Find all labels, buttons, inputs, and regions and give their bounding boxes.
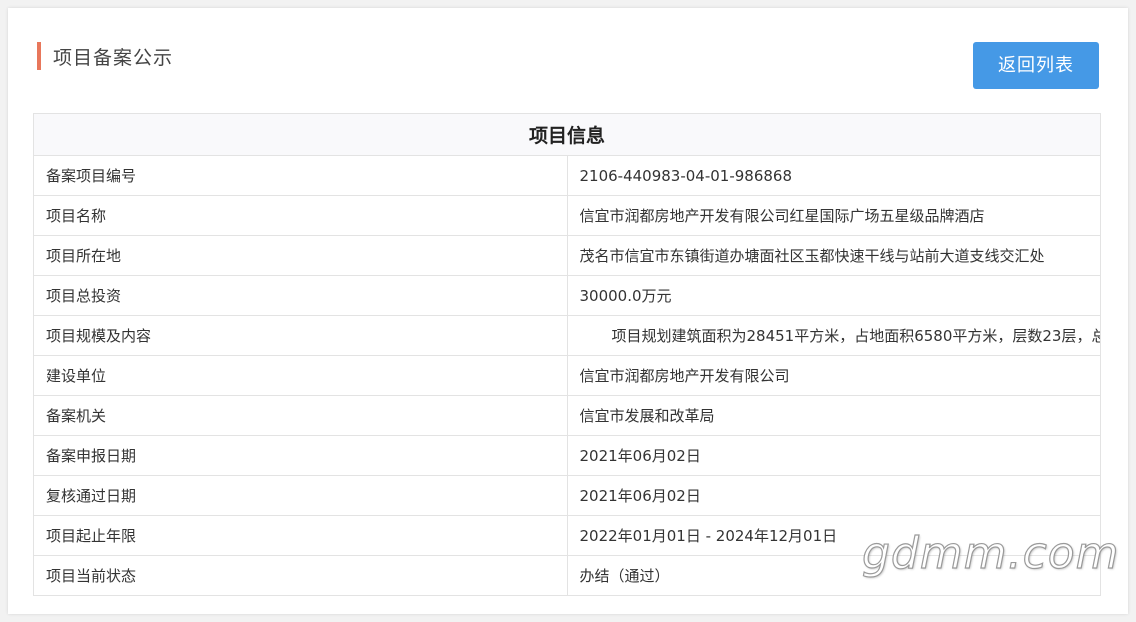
project-info-table: 项目信息 备案项目编号 2106-440983-04-01-986868 项目名… (33, 113, 1101, 596)
row-value-review-date: 2021年06月02日 (566, 475, 1101, 516)
row-label-status: 项目当前状态 (33, 555, 568, 596)
row-value-builder: 信宜市润都房地产开发有限公司 (566, 355, 1101, 396)
row-label-review-date: 复核通过日期 (33, 475, 568, 516)
back-to-list-button[interactable]: 返回列表 (973, 42, 1099, 89)
table-row: 建设单位 信宜市润都房地产开发有限公司 (33, 355, 1101, 396)
table-row: 项目名称 信宜市润都房地产开发有限公司红星国际广场五星级品牌酒店 (33, 195, 1101, 236)
table-row: 备案项目编号 2106-440983-04-01-986868 (33, 155, 1101, 196)
row-label-location: 项目所在地 (33, 235, 568, 276)
table-row: 备案申报日期 2021年06月02日 (33, 435, 1101, 476)
row-value-total-investment: 30000.0万元 (566, 275, 1101, 316)
page-header: 项目备案公示 (37, 42, 173, 70)
row-label-total-investment: 项目总投资 (33, 275, 568, 316)
row-value-project-name: 信宜市润都房地产开发有限公司红星国际广场五星级品牌酒店 (566, 195, 1101, 236)
row-label-filing-authority: 备案机关 (33, 395, 568, 436)
table-row: 项目所在地 茂名市信宜市东镇街道办塘面社区玉都快速干线与站前大道支线交汇处 (33, 235, 1101, 276)
row-label-filing-number: 备案项目编号 (33, 155, 568, 196)
table-title: 项目信息 (33, 113, 1101, 156)
row-value-location: 茂名市信宜市东镇街道办塘面社区玉都快速干线与站前大道支线交汇处 (566, 235, 1101, 276)
table-row: 复核通过日期 2021年06月02日 (33, 475, 1101, 516)
row-label-filing-date: 备案申报日期 (33, 435, 568, 476)
row-label-builder: 建设单位 (33, 355, 568, 396)
table-row: 项目规模及内容 项目规划建筑面积为28451平方米，占地面积6580平方米，层数… (33, 315, 1101, 356)
table-row: 备案机关 信宜市发展和改革局 (33, 395, 1101, 436)
row-value-scale-content: 项目规划建筑面积为28451平方米，占地面积6580平方米，层数23层，总高度9… (566, 315, 1101, 356)
site-watermark: gdmm.com (861, 527, 1120, 579)
row-value-filing-number: 2106-440983-04-01-986868 (566, 155, 1101, 196)
title-accent-bar (37, 42, 41, 70)
row-label-scale-content: 项目规模及内容 (33, 315, 568, 356)
table-row: 项目总投资 30000.0万元 (33, 275, 1101, 316)
page-title: 项目备案公示 (53, 46, 174, 69)
row-value-filing-date: 2021年06月02日 (566, 435, 1101, 476)
row-label-project-name: 项目名称 (33, 195, 568, 236)
row-value-filing-authority: 信宜市发展和改革局 (566, 395, 1101, 436)
table-header-row: 项目信息 (33, 113, 1101, 156)
row-label-period: 项目起止年限 (33, 515, 568, 556)
main-panel: 项目备案公示 返回列表 项目信息 备案项目编号 2106-440983-04-0… (8, 8, 1128, 614)
